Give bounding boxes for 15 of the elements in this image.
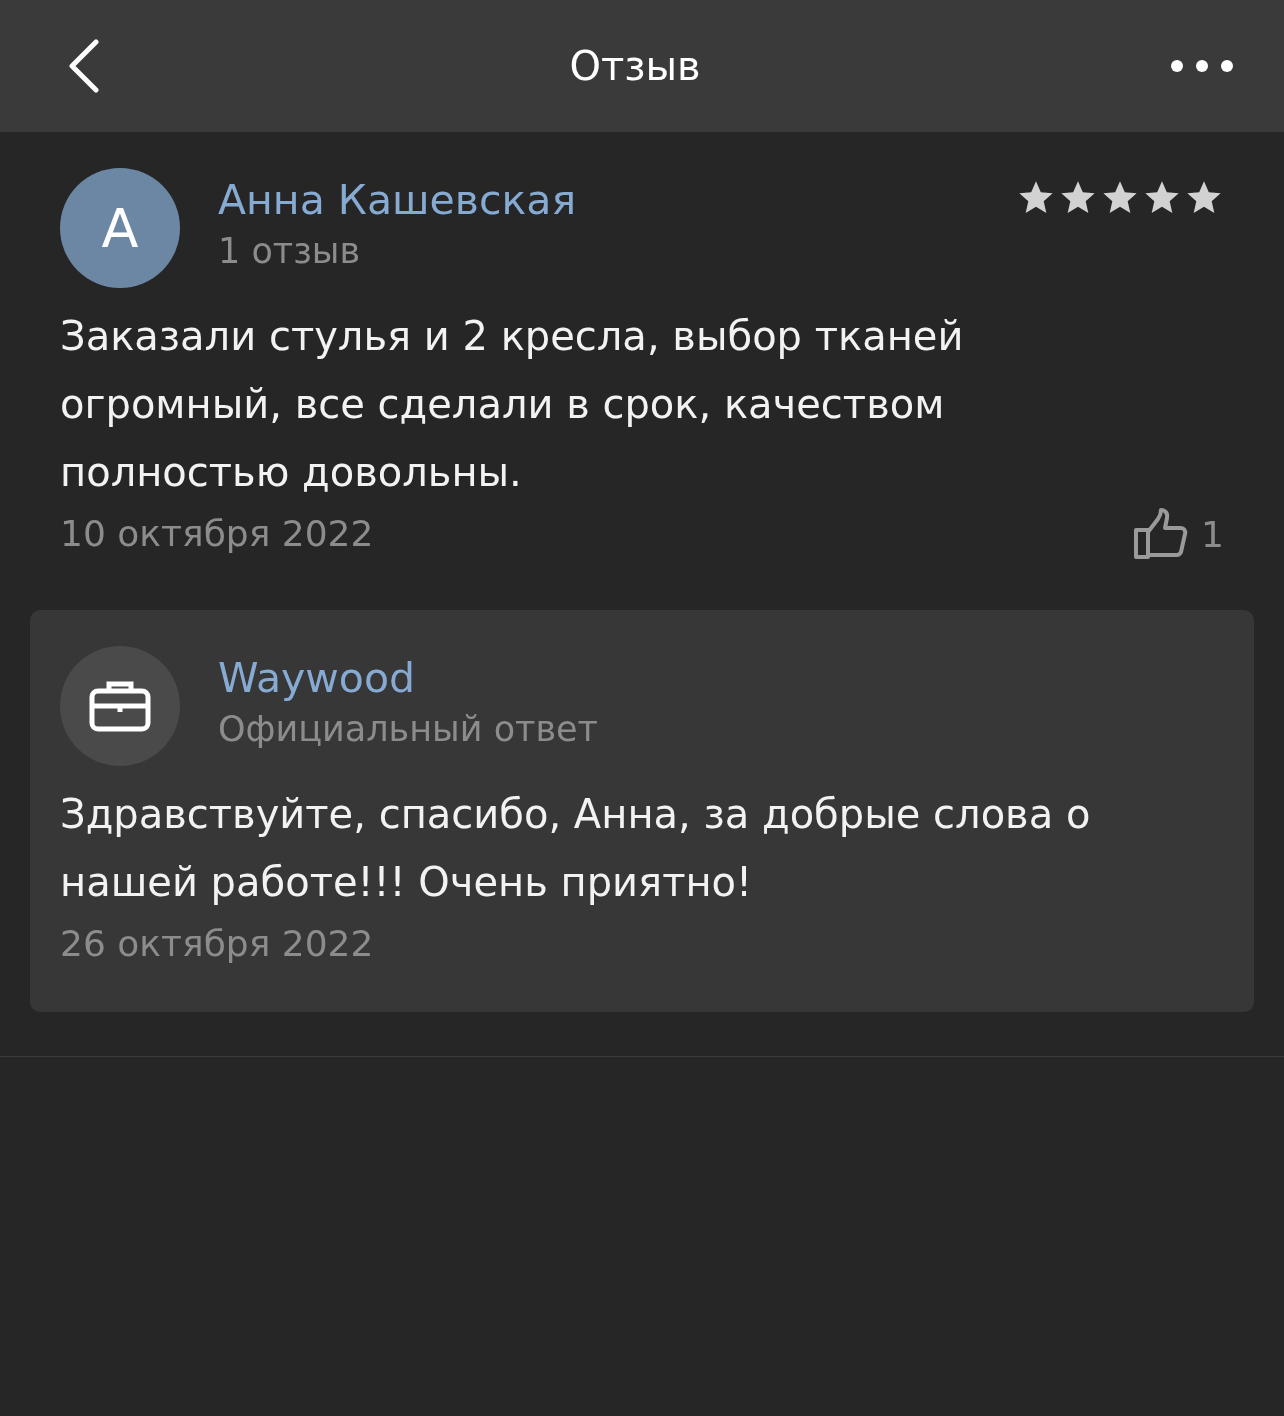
briefcase-icon xyxy=(89,679,151,733)
page-title: Отзыв xyxy=(569,43,701,89)
review-text: Заказали стулья и 2 кресла, выбор тканей огромный, все сделали в срок, качеством полностью довольны. xyxy=(60,312,965,497)
reply-label: Официальный ответ xyxy=(218,708,599,751)
thumbs-up-icon[interactable] xyxy=(1133,508,1190,560)
reply-text: Здравствуйте, спасибо, Анна, за добрые слова о нашей работе!!! Очень приятно! xyxy=(60,790,1092,907)
review-date: 10 октября 2022 xyxy=(60,512,374,556)
author-name[interactable]: Анна Кашевская xyxy=(218,172,978,228)
more-button[interactable] xyxy=(1170,58,1234,74)
reply-date: 26 октября 2022 xyxy=(60,922,375,966)
review-count: 1 отзыв xyxy=(218,230,362,273)
back-button[interactable] xyxy=(66,39,100,93)
avatar: А xyxy=(60,168,180,288)
like-count: 1 xyxy=(1201,513,1224,555)
company-name[interactable]: Waywood xyxy=(218,650,1224,706)
